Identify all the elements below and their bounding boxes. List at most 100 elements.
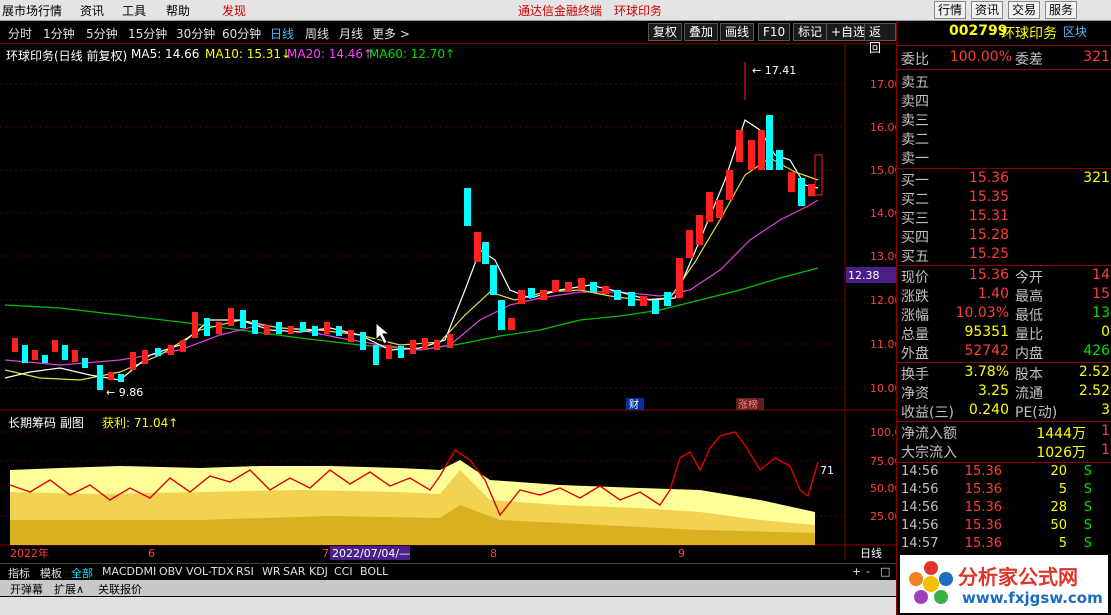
bid5-label: 买五 [901, 249, 929, 265]
sub-tick: 100.0 [870, 426, 896, 439]
last-price-label: 12.38 [848, 269, 880, 282]
block-inflow-extra: 1 [1101, 442, 1110, 458]
net-inflow-value: 1444万 [1036, 426, 1086, 442]
quote-panel: 002799 环球印务 区块 委比 100.00% 委差 321 卖五 卖四 卖… [896, 21, 1111, 615]
net-inflow-extra: 1 [1101, 423, 1110, 439]
time-label: 7 [322, 547, 329, 560]
float-label: 流通 [1015, 386, 1043, 402]
price-tick: 10.00 [870, 382, 896, 395]
eps-label: 收益(三) [901, 405, 954, 421]
trade-button[interactable]: 交易 [1008, 1, 1041, 19]
zoom-in-icon[interactable]: + [852, 565, 861, 578]
kline-chart[interactable]: 17.00 16.00 15.00 14.00 13.00 12.00 11.0… [0, 0, 896, 563]
profit-label: 获利: 71.04↑ [102, 416, 179, 430]
tab-dmi[interactable]: DMI [135, 565, 156, 578]
open-label: 今开 [1015, 270, 1043, 286]
tab-vol[interactable]: VOL-TDX [186, 565, 234, 578]
info-button[interactable]: 资讯 [971, 1, 1004, 19]
float-value: 2.52 [1078, 383, 1110, 399]
open-value: 14 [1092, 267, 1110, 283]
change-value: 1.40 [977, 286, 1009, 302]
turnover-value: 3.78% [964, 364, 1009, 380]
scroll-icon[interactable]: □ [880, 565, 890, 578]
news-marker-label: 涨榜 [738, 398, 758, 411]
tick-row: 14:57 15.36 5 S [901, 536, 1092, 551]
block-inflow-label: 大宗流入 [901, 445, 957, 461]
zoom-out-icon[interactable]: - [866, 565, 870, 578]
block-inflow-value: 1026万 [1036, 445, 1086, 461]
bid5-price: 15.25 [968, 246, 1009, 262]
price-tick: 12.00 [870, 294, 896, 307]
tab-macd[interactable]: MACD [102, 565, 135, 578]
price-tick: 17.00 [870, 78, 896, 91]
vol-ratio-label: 量比 [1015, 327, 1043, 343]
chart-title: 环球印务(日线 前复权) [6, 49, 128, 63]
inner-label: 内盘 [1015, 346, 1043, 362]
weibi-value: 100.00% [949, 49, 1012, 65]
tab-wr[interactable]: WR [262, 565, 281, 578]
bid4-label: 买四 [901, 230, 929, 246]
high-label: ← 17.41 [752, 64, 796, 77]
high-label: 最高 [1015, 289, 1043, 305]
service-button[interactable]: 服务 [1045, 1, 1078, 19]
outer-value: 52742 [964, 343, 1009, 359]
tick-row: 14:56 15.36 50 S [901, 518, 1092, 533]
ask4-label: 卖四 [901, 94, 929, 110]
ask5-label: 卖五 [901, 75, 929, 91]
turnover-label: 换手 [901, 367, 929, 383]
time-label: 9 [678, 547, 685, 560]
shares-value: 2.52 [1078, 364, 1110, 380]
tab-indicator[interactable]: 指标 [8, 565, 30, 581]
bid4-price: 15.28 [968, 227, 1009, 243]
low-label: ← 9.86 [106, 386, 143, 399]
danmaku-button[interactable]: 开弹幕 [10, 581, 43, 597]
bid1-vol: 321 [1083, 170, 1110, 186]
ma10-label: MA10: 15.31↓ [205, 47, 292, 61]
stock-code: 002799 [949, 23, 1008, 39]
low-value: 13 [1092, 305, 1110, 321]
price-value: 15.36 [968, 267, 1009, 283]
low-label: 最低 [1015, 308, 1043, 324]
bottom-bar: 开弹幕 扩展∧ 关联报价 [0, 580, 896, 596]
time-label: 6 [148, 547, 155, 560]
price-tick: 16.00 [870, 121, 896, 134]
tab-all[interactable]: 全部 [71, 565, 93, 581]
net-inflow-label: 净流入额 [901, 426, 957, 442]
pe-value: 3 [1101, 402, 1110, 418]
weicha-label: 委差 [1015, 52, 1043, 68]
mouse-cursor-icon [375, 321, 391, 345]
ask2-label: 卖二 [901, 132, 929, 148]
bid1-price: 15.36 [968, 170, 1009, 186]
eps-value: 0.240 [968, 402, 1009, 418]
related-quotes-button[interactable]: 关联报价 [98, 581, 142, 597]
pct-value: 10.03% [955, 305, 1009, 321]
netasset-label: 净资 [901, 386, 929, 402]
tick-row: 14:56 15.36 20 S [901, 464, 1092, 479]
status-bar [0, 597, 896, 615]
tab-obv[interactable]: OBV [159, 565, 182, 578]
period-label: 日线 [860, 546, 882, 560]
finance-marker-label: 财 [629, 398, 639, 411]
volume-value: 95351 [964, 324, 1009, 340]
expand-button[interactable]: 扩展∧ [54, 581, 84, 597]
tab-kdj[interactable]: KDJ [309, 565, 328, 578]
tab-boll[interactable]: BOLL [360, 565, 388, 578]
volume-label: 总量 [901, 327, 929, 343]
pe-label: PE(动) [1015, 405, 1058, 421]
cursor-date: 2022/07/04/— [332, 547, 410, 560]
inner-value: 426 [1083, 343, 1110, 359]
tick-row: 14:56 15.36 5 S [901, 482, 1092, 497]
price-label: 现价 [901, 270, 929, 286]
tab-sar[interactable]: SAR [283, 565, 305, 578]
quote-button[interactable]: 行情 [934, 1, 967, 19]
sector-link[interactable]: 区块 [1063, 23, 1087, 40]
outer-label: 外盘 [901, 346, 929, 362]
tab-template[interactable]: 模板 [40, 565, 62, 581]
tab-cci[interactable]: CCI [334, 565, 353, 578]
shares-label: 股本 [1015, 367, 1043, 383]
sub-tick: 50.00 [870, 482, 896, 495]
sub-last-value: 71 [820, 464, 834, 477]
tab-rsi[interactable]: RSI [236, 565, 254, 578]
bid3-label: 买三 [901, 211, 929, 227]
weicha-value: 321 [1083, 49, 1110, 65]
